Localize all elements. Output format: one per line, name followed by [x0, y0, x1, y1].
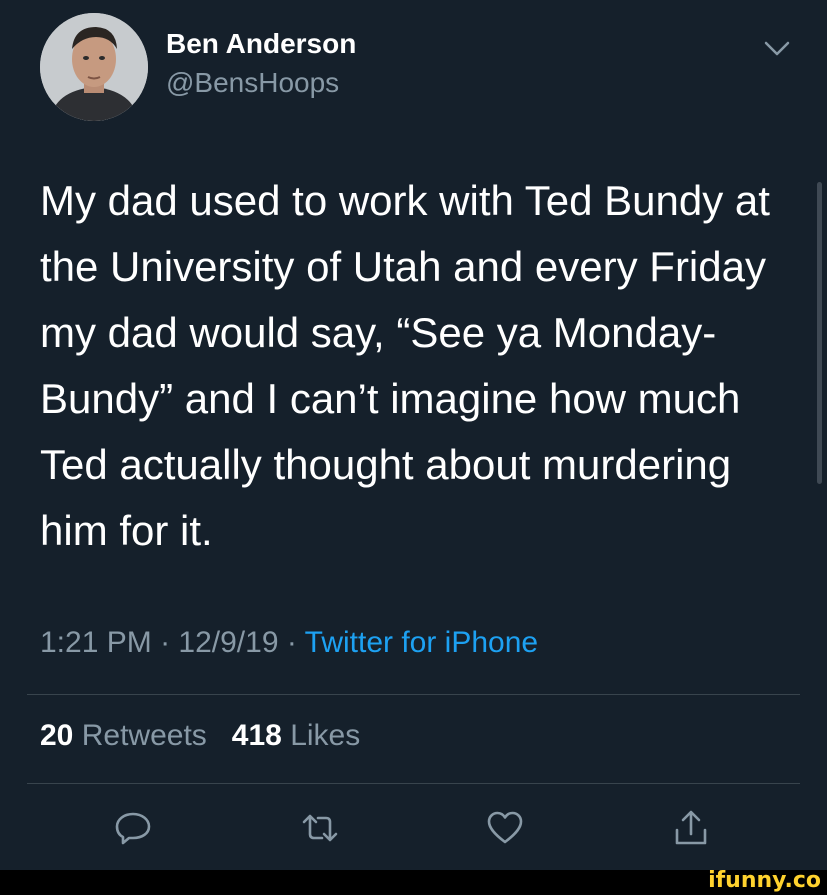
- tweet-stats: 20 Retweets 418 Likes: [40, 719, 360, 753]
- tweet-source-link[interactable]: Twitter for iPhone: [305, 626, 538, 659]
- tweet-date: 12/9/19: [178, 626, 279, 659]
- share-button[interactable]: [671, 808, 711, 848]
- meta-separator: ·: [286, 626, 297, 659]
- tweet-metadata: 1:21 PM · 12/9/19 · Twitter for iPhone: [40, 626, 538, 660]
- watermark: ifunny.co: [708, 868, 821, 893]
- likes-stat[interactable]: 418 Likes: [232, 719, 360, 752]
- retweets-label: Retweets: [81, 719, 207, 752]
- divider: [27, 783, 800, 784]
- avatar-photo-icon: [40, 13, 148, 121]
- retweet-button[interactable]: [300, 808, 340, 848]
- likes-count: 418: [231, 719, 282, 752]
- user-handle[interactable]: @BensHoops: [166, 67, 339, 99]
- like-button[interactable]: [485, 808, 525, 848]
- retweet-icon: [302, 814, 338, 842]
- avatar[interactable]: [40, 13, 148, 121]
- share-icon: [675, 810, 707, 845]
- likes-label: Likes: [290, 719, 361, 752]
- display-name[interactable]: Ben Anderson: [166, 28, 356, 60]
- reply-bubble-icon: [115, 812, 151, 845]
- chevron-down-icon[interactable]: [761, 37, 793, 61]
- tweet-detail: Ben Anderson @BensHoops My dad used to w…: [0, 0, 827, 895]
- divider: [27, 694, 800, 695]
- meta-separator: ·: [160, 626, 171, 659]
- tweet-time: 1:21 PM: [40, 626, 152, 659]
- retweets-stat[interactable]: 20 Retweets: [40, 719, 207, 752]
- scrollbar[interactable]: [817, 182, 822, 484]
- heart-icon: [487, 811, 523, 844]
- tweet-text: My dad used to work with Ted Bundy at th…: [40, 177, 770, 554]
- bottom-strip: [0, 870, 827, 895]
- reply-button[interactable]: [113, 808, 153, 848]
- retweets-count: 20: [40, 719, 74, 752]
